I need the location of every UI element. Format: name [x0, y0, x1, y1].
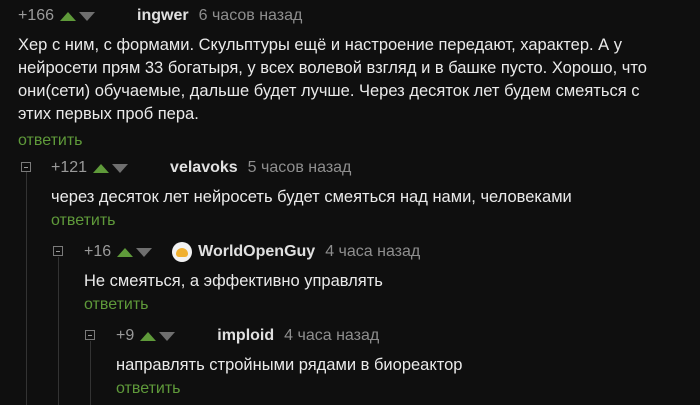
upvote-icon[interactable] — [60, 11, 77, 21]
comment-header: +9 imploid 4 часа назад — [116, 324, 686, 348]
comment: +121 velavoks 5 часов назад через десято… — [51, 156, 691, 230]
comment-time: 4 часа назад — [284, 327, 380, 344]
upvote-icon[interactable] — [140, 331, 157, 341]
comment-author[interactable]: WorldOpenGuy — [198, 243, 315, 261]
comment: +9 imploid 4 часа назад направлять строй… — [116, 324, 686, 398]
reply-link[interactable]: ответить — [51, 212, 691, 230]
comment: +166 ingwer 6 часов назад Хер с ним, с ф… — [18, 4, 688, 150]
collapse-icon[interactable] — [21, 162, 31, 172]
downvote-icon[interactable] — [79, 11, 96, 21]
downvote-icon[interactable] — [159, 331, 176, 341]
downvote-icon[interactable] — [136, 247, 153, 257]
comment-header: +166 ingwer 6 часов назад — [18, 4, 688, 28]
upvote-icon[interactable] — [93, 163, 110, 173]
comment-text: через десяток лет нейросеть будет смеять… — [51, 188, 572, 206]
comment-text: Хер с ним, с формами. Скульптуры ещё и н… — [18, 36, 647, 123]
reply-link[interactable]: ответить — [116, 380, 686, 398]
collapse-icon[interactable] — [85, 330, 95, 340]
comment-rating: +166 — [18, 7, 55, 24]
comment-rating: +16 — [84, 243, 112, 260]
comment-rating: +9 — [116, 327, 135, 344]
comment-author[interactable]: ingwer — [137, 7, 189, 25]
comment-author[interactable]: imploid — [217, 327, 274, 345]
comment: +16 WorldOpenGuy 4 часа назад Не смеятьс… — [84, 240, 684, 314]
reply-link[interactable]: ответить — [84, 296, 684, 314]
comment-header: +121 velavoks 5 часов назад — [51, 156, 691, 180]
upvote-icon[interactable] — [117, 247, 134, 257]
comment-time: 6 часов назад — [198, 7, 303, 24]
comment-text: Не смеяться, а эффективно управлять — [84, 272, 383, 290]
thread-line — [26, 172, 27, 405]
collapse-icon[interactable] — [53, 246, 63, 256]
comment-author[interactable]: velavoks — [170, 159, 238, 177]
comment-time: 5 часов назад — [247, 159, 352, 176]
downvote-icon[interactable] — [112, 163, 129, 173]
comment-text: направлять стройными рядами в биореактор — [116, 356, 463, 374]
avatar[interactable] — [172, 242, 193, 262]
thread-line — [58, 257, 59, 405]
thread-line — [90, 341, 91, 405]
comment-time: 4 часа назад — [325, 243, 421, 260]
reply-link[interactable]: ответить — [18, 132, 688, 150]
comment-header: +16 WorldOpenGuy 4 часа назад — [84, 240, 684, 264]
comment-rating: +121 — [51, 159, 88, 176]
